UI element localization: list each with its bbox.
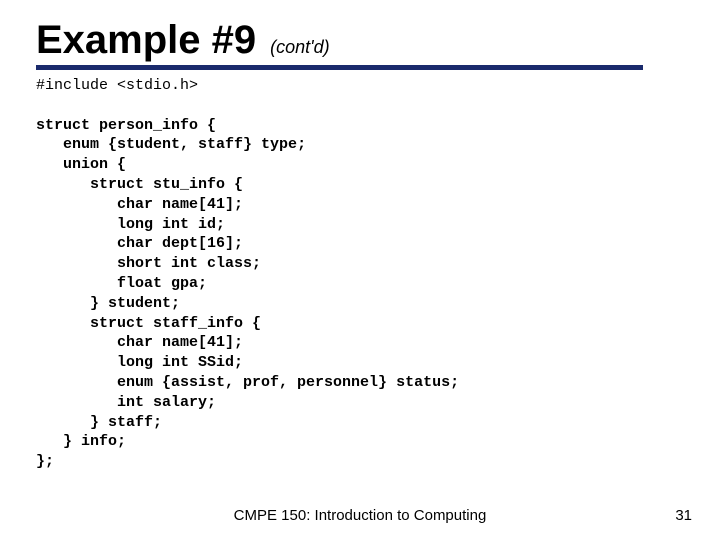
code-line: struct person_info { [36, 117, 216, 134]
code-block: #include <stdio.h> struct person_info { … [36, 76, 684, 472]
code-line: #include [36, 77, 117, 94]
code-line: status [396, 374, 450, 391]
code-line: struct staff_info { [36, 315, 261, 332]
footer-course: CMPE 150: Introduction to Computing [0, 507, 720, 524]
code-line: enum {assist, prof, personnel} [36, 374, 396, 391]
code-line: } [36, 414, 108, 431]
code-line: ; [450, 374, 459, 391]
code-line: staff [108, 414, 153, 431]
title-underline [36, 65, 643, 70]
code-line: char name[41]; [36, 334, 243, 351]
code-line: <stdio.h> [117, 77, 198, 94]
code-line: ; [171, 295, 180, 312]
code-line: } [36, 433, 81, 450]
code-line: info [81, 433, 117, 450]
footer-page-number: 31 [675, 507, 692, 524]
code-line: struct stu_info { [36, 176, 243, 193]
code-line: } [36, 295, 108, 312]
code-line: float gpa; [36, 275, 207, 292]
code-line: type [261, 136, 297, 153]
slide: Example #9 (cont'd) #include <stdio.h> s… [0, 0, 720, 540]
code-line: short int class; [36, 255, 261, 272]
code-line: char name[41]; [36, 196, 243, 213]
slide-subtitle: (cont'd) [270, 37, 329, 58]
code-line: }; [36, 453, 54, 470]
code-line: int salary; [36, 394, 216, 411]
code-line: ; [153, 414, 162, 431]
code-line: char dept[16]; [36, 235, 243, 252]
title-row: Example #9 (cont'd) [36, 18, 684, 63]
code-line: student [108, 295, 171, 312]
code-line: ; [297, 136, 306, 153]
code-line: long int SSid; [36, 354, 243, 371]
code-line: union { [36, 156, 126, 173]
code-line: long int id; [36, 216, 225, 233]
slide-title: Example #9 [36, 18, 256, 63]
code-line: ; [117, 433, 126, 450]
code-line: enum {student, staff} [36, 136, 261, 153]
